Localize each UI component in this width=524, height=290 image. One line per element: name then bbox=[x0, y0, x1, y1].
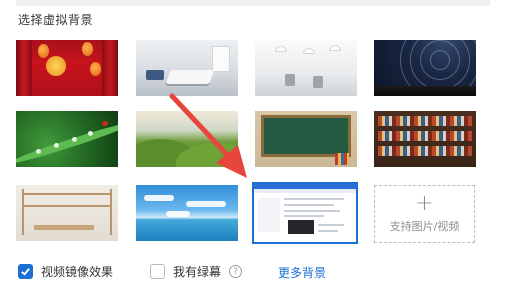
green-screen-option[interactable]: 我有绿幕 ? bbox=[150, 263, 243, 280]
mirror-video-option[interactable]: 视频镜像效果 bbox=[18, 263, 113, 280]
check-icon bbox=[21, 268, 30, 276]
mirror-video-checkbox[interactable] bbox=[18, 264, 33, 279]
selected-background-highlight bbox=[252, 182, 358, 244]
green-screen-checkbox[interactable] bbox=[150, 264, 165, 279]
background-thumb-sea-sky[interactable] bbox=[136, 185, 238, 241]
green-screen-label: 我有绿幕 bbox=[173, 265, 222, 279]
background-thumb-white-interior[interactable] bbox=[255, 40, 357, 96]
add-background-label: 支持图片/视频 bbox=[389, 220, 460, 233]
background-thumb-star-trails[interactable] bbox=[374, 40, 476, 96]
more-backgrounds-link[interactable]: 更多背景 bbox=[278, 264, 326, 281]
virtual-background-panel: 选择虚拟背景 + 支持图片/视频 视频镜像效果 我有绿幕 ? 更多背景 bbox=[0, 0, 524, 290]
add-custom-background-button[interactable]: + 支持图片/视频 bbox=[374, 185, 475, 243]
background-thumb-study-cabinet[interactable] bbox=[16, 185, 118, 241]
top-divider bbox=[16, 0, 490, 6]
background-thumb-bookshelf[interactable] bbox=[374, 111, 476, 167]
question-icon[interactable]: ? bbox=[229, 265, 243, 278]
background-thumb-green-hills[interactable] bbox=[136, 111, 238, 167]
background-thumb-chalkboard[interactable] bbox=[255, 111, 357, 167]
panel-title: 选择虚拟背景 bbox=[18, 13, 94, 27]
background-thumb-office-meeting[interactable] bbox=[136, 40, 238, 96]
plus-icon: + bbox=[415, 191, 434, 216]
mirror-video-label: 视频镜像效果 bbox=[41, 265, 114, 279]
background-thumb-leaf-dew[interactable] bbox=[16, 111, 118, 167]
background-thumb-red-festive[interactable] bbox=[16, 40, 118, 96]
